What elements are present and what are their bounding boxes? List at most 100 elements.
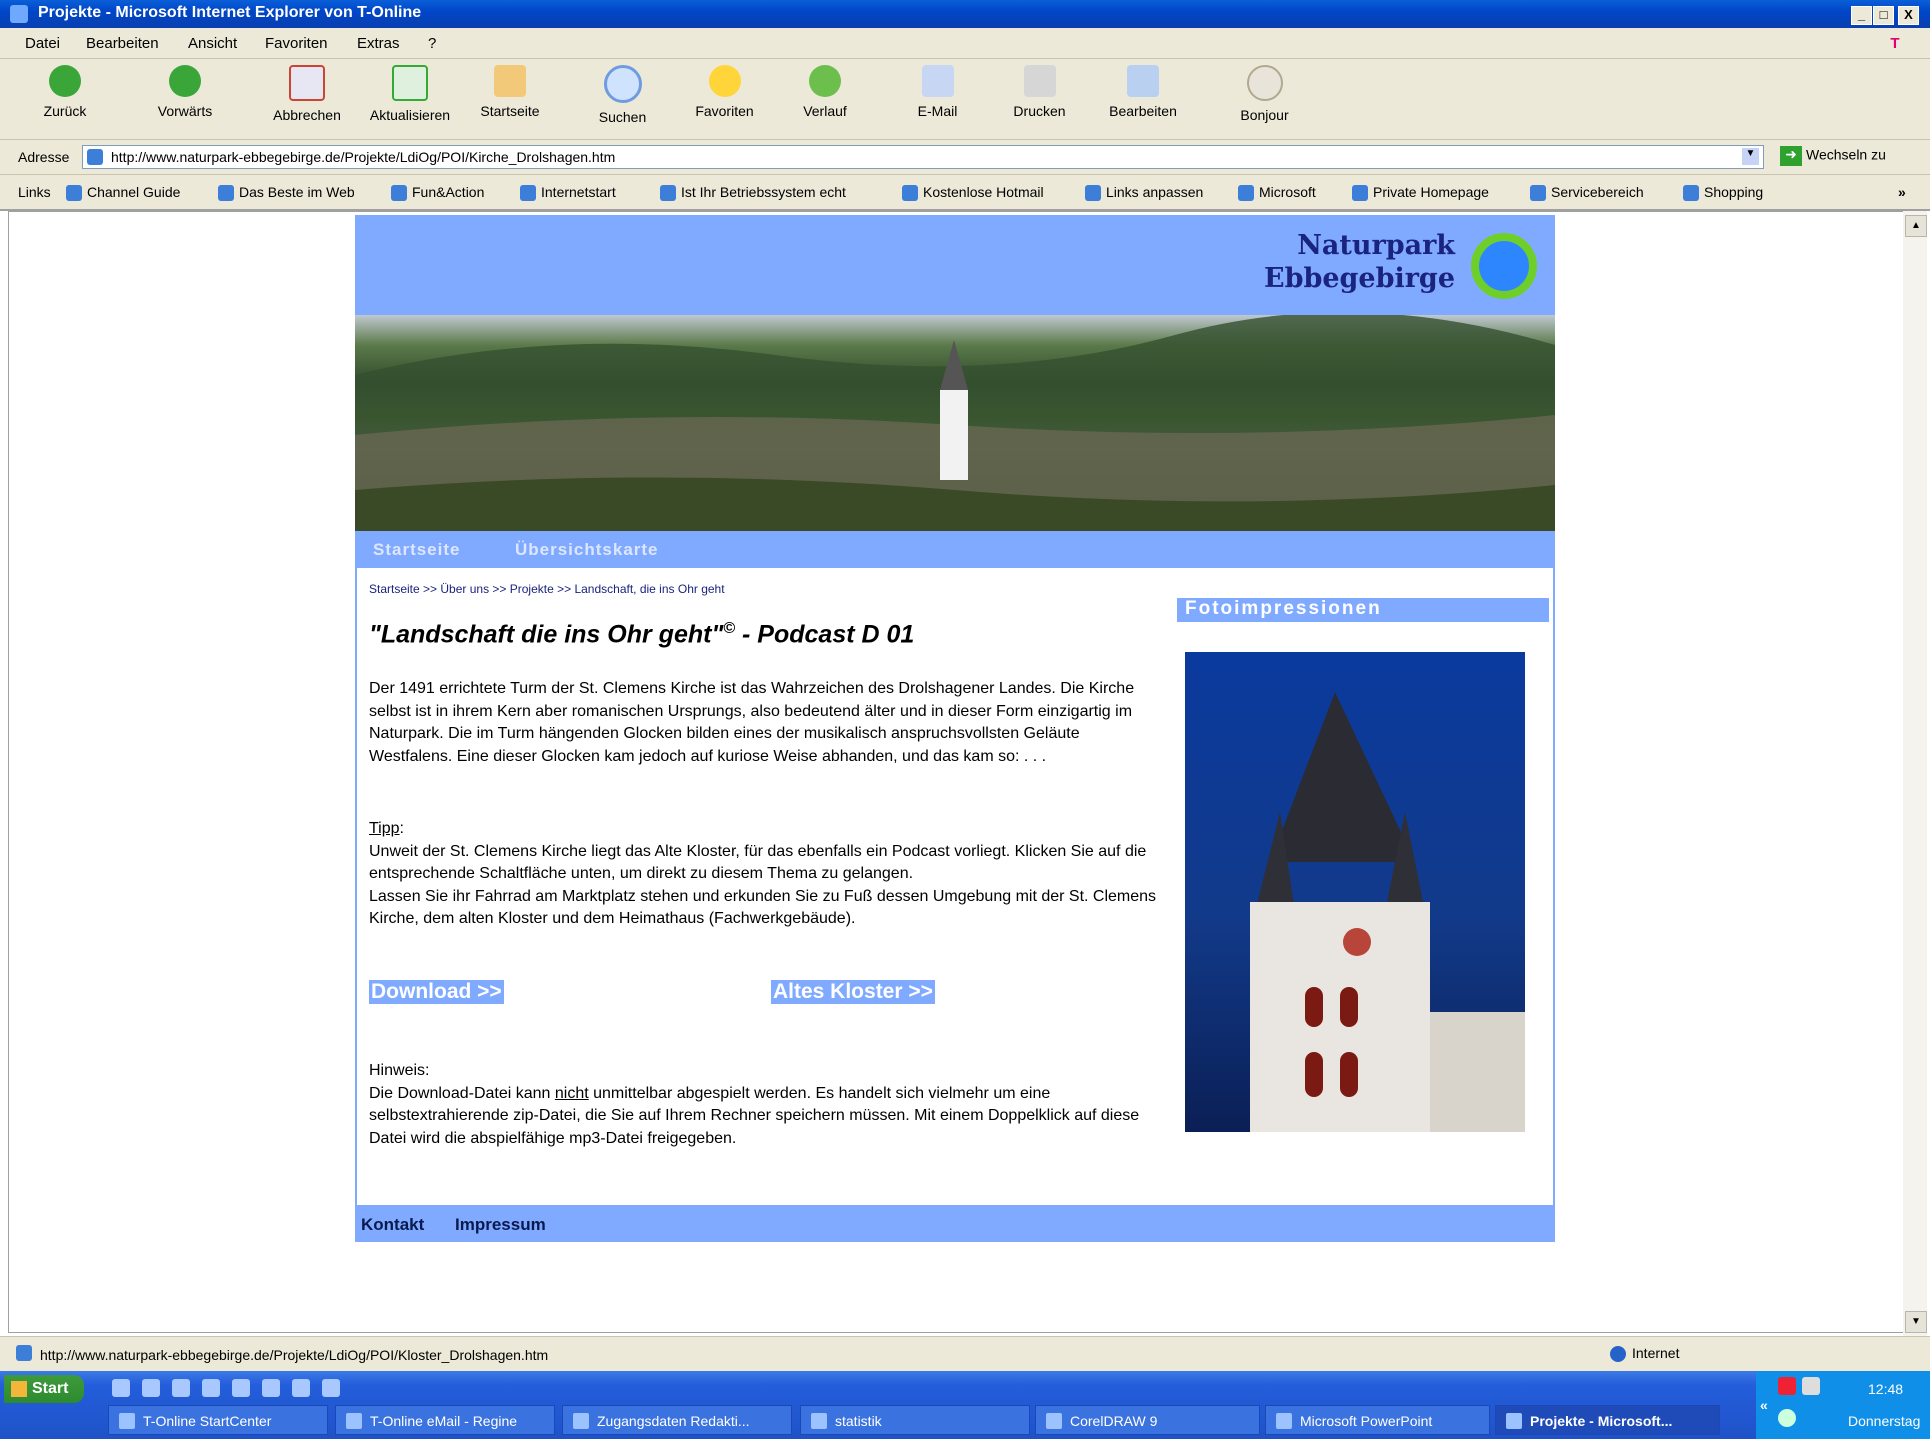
task-label: Microsoft PowerPoint	[1300, 1413, 1433, 1429]
main-nav: Startseite Übersichtskarte	[355, 531, 1555, 568]
menu-favoriten[interactable]: Favoriten	[265, 35, 328, 52]
menu-ansicht[interactable]: Ansicht	[188, 35, 237, 52]
links-more-button[interactable]: »	[1898, 184, 1906, 200]
site-header: Naturpark Ebbegebirge	[355, 215, 1555, 315]
hinweis-label: Hinweis:	[369, 1062, 430, 1079]
quicklaunch-folder-icon[interactable]	[292, 1379, 310, 1397]
altes-kloster-button[interactable]: Altes Kloster >>	[771, 980, 935, 1004]
link-internetstart[interactable]: Internetstart	[520, 184, 616, 202]
globe-icon	[1610, 1346, 1626, 1363]
quicklaunch-ie-icon[interactable]	[232, 1379, 250, 1397]
sidebar-title: Fotoimpressionen	[1177, 598, 1549, 622]
refresh-button[interactable]: Aktualisieren	[360, 65, 460, 123]
footer-kontakt[interactable]: Kontakt	[361, 1215, 424, 1235]
home-button[interactable]: Startseite	[470, 65, 550, 119]
task-tonline-startcenter[interactable]: T-Online StartCenter	[108, 1405, 328, 1435]
menu-bearbeiten[interactable]: Bearbeiten	[86, 35, 159, 52]
task-statistik[interactable]: statistik	[800, 1405, 1030, 1435]
breadcrumb[interactable]: Startseite >> Über uns >> Projekte >> La…	[369, 582, 725, 596]
printer-icon	[1023, 65, 1056, 97]
start-button[interactable]: Start	[4, 1375, 84, 1403]
ie-link-icon	[66, 185, 82, 202]
mail-button[interactable]: E-Mail	[905, 65, 970, 119]
link-servicebereich[interactable]: Servicebereich	[1530, 184, 1644, 202]
close-button[interactable]: X	[1898, 6, 1919, 25]
link-shopping[interactable]: Shopping	[1683, 184, 1763, 202]
address-bar: Adresse http://www.naturpark-ebbegebirge…	[0, 140, 1930, 175]
search-button[interactable]: Suchen	[585, 65, 660, 125]
menu-extras[interactable]: Extras	[357, 35, 400, 52]
tray-expand-button[interactable]: «	[1760, 1397, 1768, 1413]
banner-illustration	[355, 315, 1555, 531]
menu-bar: Datei Bearbeiten Ansicht Favoriten Extra…	[0, 28, 1930, 59]
tipp-section: Tipp: Unweit der St. Clemens Kirche lieg…	[369, 818, 1159, 931]
tray-antivirus-icon[interactable]	[1778, 1377, 1796, 1395]
menu-help[interactable]: ?	[428, 35, 436, 52]
title-bar: Projekte - Microsoft Internet Explorer v…	[0, 0, 1930, 28]
naturpark-logo-icon	[1471, 233, 1537, 299]
intro-paragraph: Der 1491 errichtete Turm der St. Clemens…	[369, 680, 1135, 765]
nav-startseite[interactable]: Startseite	[373, 540, 460, 560]
forward-button[interactable]: Vorwärts	[140, 65, 230, 119]
site-logo-text[interactable]: Naturpark Ebbegebirge	[1264, 229, 1455, 295]
nav-uebersichtskarte[interactable]: Übersichtskarte	[515, 540, 659, 560]
go-arrow-icon: ➜	[1780, 146, 1802, 166]
address-dropdown-button[interactable]: ▼	[1742, 148, 1759, 165]
link-das-beste[interactable]: Das Beste im Web	[218, 184, 355, 202]
task-label: Zugangsdaten Redakti...	[597, 1413, 750, 1429]
link-links-anpassen[interactable]: Links anpassen	[1085, 184, 1203, 202]
task-icon	[1506, 1413, 1522, 1429]
vertical-scrollbar[interactable]: ▲ ▼	[1903, 211, 1927, 1336]
logo-line1: Naturpark	[1297, 230, 1455, 261]
task-tonline-email[interactable]: T-Online eMail - Regine	[335, 1405, 555, 1435]
link-hotmail[interactable]: Kostenlose Hotmail	[902, 184, 1044, 202]
mail-icon	[921, 65, 954, 97]
tray-status-icon[interactable]	[1778, 1409, 1796, 1427]
tray-network-icon[interactable]	[1802, 1377, 1820, 1395]
task-icon	[1046, 1413, 1062, 1429]
clock-time[interactable]: 12:48	[1868, 1381, 1903, 1397]
stop-label: Abbrechen	[273, 107, 341, 123]
link-betriebssystem[interactable]: Ist Ihr Betriebssystem echt	[660, 184, 846, 202]
task-powerpoint[interactable]: Microsoft PowerPoint	[1265, 1405, 1490, 1435]
back-button[interactable]: Zurück	[30, 65, 100, 119]
go-button[interactable]: ➜ Wechseln zu	[1780, 146, 1886, 166]
ie-link-icon	[902, 185, 918, 202]
task-label: T-Online eMail - Regine	[370, 1413, 518, 1429]
scroll-down-button[interactable]: ▼	[1905, 1311, 1927, 1333]
link-funaction[interactable]: Fun&Action	[391, 184, 484, 202]
t-online-logo: T	[1890, 35, 1900, 52]
page-title: "Landschaft die ins Ohr geht"© - Podcast…	[369, 620, 914, 649]
task-projekte-ie[interactable]: Projekte - Microsoft...	[1495, 1405, 1720, 1435]
link-private-homepage[interactable]: Private Homepage	[1352, 184, 1489, 202]
quicklaunch-tonline-icon[interactable]	[262, 1379, 280, 1397]
task-zugangsdaten[interactable]: Zugangsdaten Redakti...	[562, 1405, 792, 1435]
minimize-button[interactable]: _	[1851, 6, 1872, 25]
favorites-button[interactable]: Favoriten	[682, 65, 767, 119]
bonjour-button[interactable]: Bonjour	[1232, 65, 1297, 123]
quicklaunch-bonjour-icon[interactable]	[202, 1379, 220, 1397]
link-channel-guide[interactable]: Channel Guide	[66, 184, 180, 202]
menu-datei[interactable]: Datei	[25, 35, 60, 52]
address-input[interactable]: http://www.naturpark-ebbegebirge.de/Proj…	[82, 145, 1764, 169]
page-icon	[87, 149, 103, 165]
quicklaunch-search-icon[interactable]	[322, 1379, 340, 1397]
history-button[interactable]: Verlauf	[790, 65, 860, 119]
task-coreldraw[interactable]: CorelDRAW 9	[1035, 1405, 1260, 1435]
maximize-button[interactable]: □	[1873, 6, 1894, 25]
back-label: Zurück	[43, 103, 87, 119]
print-button[interactable]: Drucken	[1002, 65, 1077, 119]
link-microsoft[interactable]: Microsoft	[1238, 184, 1316, 202]
scroll-up-button[interactable]: ▲	[1905, 215, 1927, 237]
quicklaunch-media-icon[interactable]	[142, 1379, 160, 1397]
quicklaunch-desktop-icon[interactable]	[112, 1379, 130, 1397]
edit-button[interactable]: Bearbeiten	[1098, 65, 1188, 119]
tipp-text-1: Unweit der St. Clemens Kirche liegt das …	[369, 842, 1147, 883]
quicklaunch-app-icon[interactable]	[172, 1379, 190, 1397]
stop-button[interactable]: Abbrechen	[262, 65, 352, 123]
footer-impressum[interactable]: Impressum	[455, 1215, 546, 1235]
download-button[interactable]: Download >>	[369, 980, 504, 1004]
go-label: Wechseln zu	[1806, 146, 1886, 163]
address-url[interactable]: http://www.naturpark-ebbegebirge.de/Proj…	[111, 149, 615, 165]
hinweis-section: Hinweis: Die Download-Datei kann nicht u…	[369, 1060, 1159, 1150]
